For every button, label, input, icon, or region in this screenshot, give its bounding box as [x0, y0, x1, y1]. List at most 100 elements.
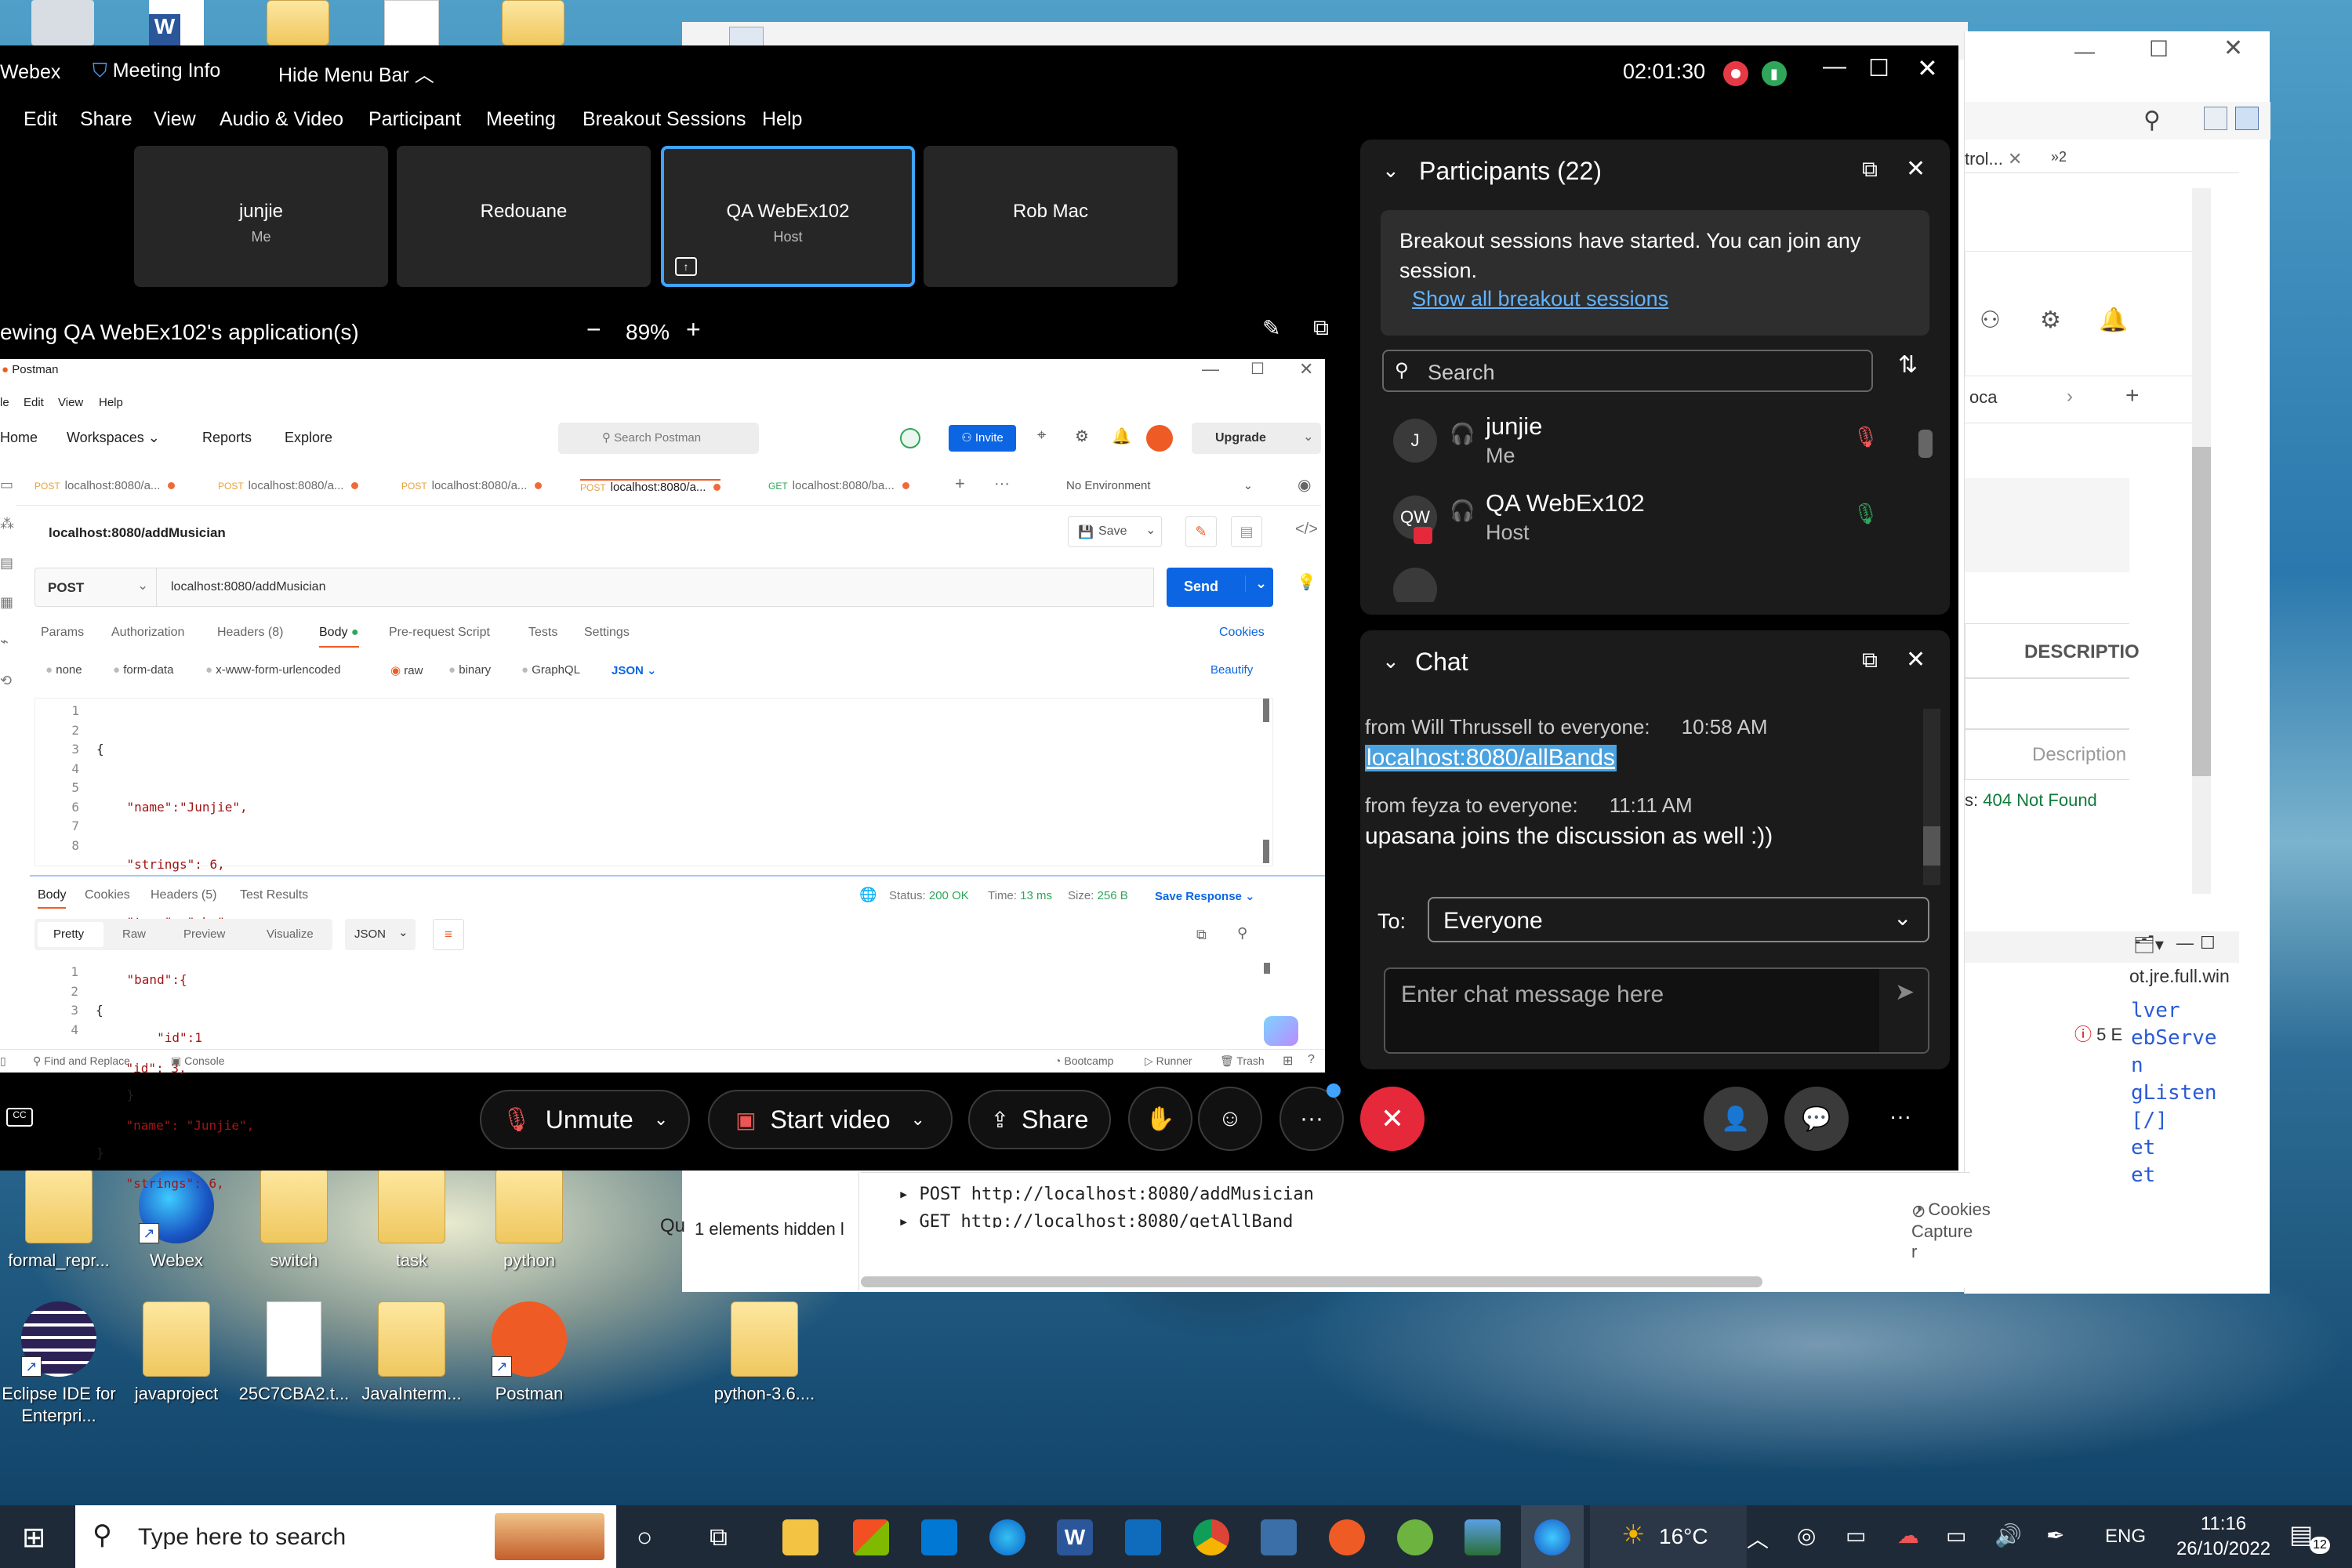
folder-icon[interactable]: [502, 0, 564, 45]
desktop-icon-javainterm[interactable]: JavaInterm...: [353, 1301, 470, 1405]
webex-taskbar-active[interactable]: [1521, 1505, 1584, 1568]
bootcamp-button[interactable]: ◔ Bootcamp: [1054, 1054, 1113, 1067]
media-player-icon[interactable]: [1125, 1519, 1161, 1555]
invite-button[interactable]: ⚇ Invite: [949, 425, 1016, 452]
bell-icon[interactable]: 🔔: [1112, 426, 1131, 446]
overflow-tabs[interactable]: »2: [2051, 149, 2067, 165]
console-button[interactable]: ▣ Console: [171, 1054, 225, 1068]
body-type-graphql[interactable]: ● GraphQL: [521, 663, 580, 677]
close-icon[interactable]: ✕: [1299, 359, 1313, 379]
tab-settings[interactable]: Settings: [584, 626, 630, 640]
apis-icon[interactable]: ⁂: [0, 516, 14, 532]
close-icon[interactable]: ✕: [1917, 53, 1938, 83]
bell-icon[interactable]: 🔔: [2099, 307, 2128, 334]
scrollbar[interactable]: [1263, 840, 1269, 863]
minimize-icon[interactable]: —: [1202, 359, 1219, 379]
desktop-icon-task[interactable]: task: [353, 1168, 470, 1272]
lightbulb-icon[interactable]: 💡: [1297, 572, 1316, 592]
wrap-lines-icon[interactable]: ≡: [433, 919, 464, 950]
response-format-select[interactable]: JSON ⌄: [345, 919, 416, 950]
microsoft-store-icon[interactable]: [853, 1519, 889, 1555]
raise-hand-button[interactable]: ✋: [1128, 1087, 1192, 1151]
cookies-link[interactable]: ◔ Cookies: [1913, 1200, 1991, 1220]
unmute-button[interactable]: 🎙 Unmute ⌄: [480, 1090, 690, 1149]
response-tab-headers[interactable]: Headers (5): [151, 888, 216, 902]
collapse-chevron-icon[interactable]: ⌄: [1382, 158, 1399, 183]
body-format-select[interactable]: JSON ⌄: [612, 663, 657, 677]
hide-menu-bar-button[interactable]: Hide Menu Bar ︿: [278, 60, 434, 88]
notifications-icon[interactable]: ▤ 12: [2289, 1519, 2330, 1555]
response-body[interactable]: 1234 { "id": 3, "name": "Junjie", "strin…: [34, 963, 1273, 1191]
url-input[interactable]: localhost:8080/addMusician: [157, 568, 1154, 607]
recipient-select[interactable]: Everyone ⌄: [1428, 897, 1929, 942]
console-line[interactable]: ▸ POST http://localhost:8080/addMusician: [898, 1185, 1314, 1204]
clock[interactable]: 11:16 26/10/2022: [2169, 1512, 2278, 1562]
scrollbar[interactable]: [1918, 406, 1933, 602]
cookies-link[interactable]: Cookies: [1219, 626, 1265, 640]
horizontal-scrollbar[interactable]: [861, 1276, 1762, 1287]
history-icon[interactable]: ⟲: [0, 673, 12, 689]
chrome-icon[interactable]: [1193, 1519, 1229, 1555]
sync-status-icon[interactable]: [900, 428, 920, 448]
maximize-icon[interactable]: ☐: [1250, 359, 1265, 379]
menu-edit[interactable]: Edit: [24, 108, 57, 131]
close-icon[interactable]: ✕: [1906, 646, 1926, 673]
display-icon[interactable]: ▭: [1846, 1523, 1866, 1548]
body-type-none[interactable]: ● none: [45, 663, 82, 677]
participant-row[interactable]: J 🎧 junjie Me 🎙: [1382, 406, 1900, 481]
trash-button[interactable]: 🗑 Trash: [1220, 1054, 1265, 1068]
sort-icon[interactable]: ⇅: [1898, 351, 1918, 379]
participants-panel-button[interactable]: 👤: [1704, 1087, 1768, 1151]
add-tab-icon[interactable]: +: [2125, 383, 2140, 409]
meeting-info-button[interactable]: ⛉ Meeting Info: [93, 60, 220, 82]
tab-authorization[interactable]: Authorization: [111, 626, 184, 640]
recording-icon[interactable]: [1723, 61, 1748, 86]
participant-row[interactable]: QW 🎧 QA WebEx102 Host 🎙: [1382, 483, 1900, 558]
desktop-icon-javaproject[interactable]: javaproject: [118, 1301, 235, 1405]
tab-tests[interactable]: Tests: [528, 626, 557, 640]
monitors-icon[interactable]: ⌁: [0, 633, 9, 650]
chevron-up-icon[interactable]: ︿: [1747, 1523, 1769, 1554]
eye-icon[interactable]: ◉: [1298, 475, 1311, 495]
participant-tile[interactable]: junjie Me: [134, 146, 388, 287]
response-tab-body[interactable]: Body: [38, 888, 67, 909]
search-icon[interactable]: ⚲: [1237, 925, 1247, 942]
method-select[interactable]: POST ⌄: [34, 568, 157, 607]
menu-audio-video[interactable]: Audio & Video: [220, 108, 343, 131]
comment-icon[interactable]: ▤: [1231, 516, 1262, 547]
participant-tile[interactable]: Redouane: [397, 146, 651, 287]
collapse-chevron-icon[interactable]: ⌄: [1382, 649, 1399, 673]
word-icon[interactable]: W: [1057, 1519, 1093, 1555]
battery-icon[interactable]: ▭: [1946, 1523, 1966, 1548]
view-menu-icon[interactable]: 🗂▾: [2133, 935, 2164, 955]
recycle-bin-icon[interactable]: [31, 0, 94, 45]
view-mode-pretty[interactable]: Pretty: [53, 927, 84, 941]
request-tab[interactable]: POST localhost:8080/a...: [218, 479, 359, 507]
tab-params[interactable]: Params: [41, 626, 84, 640]
desktop-icon-eclipse[interactable]: ↗ Eclipse IDE for Enterpri...: [0, 1301, 118, 1427]
participant-search-input[interactable]: ⚲ Search: [1382, 350, 1873, 392]
environments-icon[interactable]: ▤: [0, 555, 13, 572]
file-explorer-icon[interactable]: [782, 1519, 818, 1555]
wireshark-icon[interactable]: [1261, 1519, 1297, 1555]
menu-breakout-sessions[interactable]: Breakout Sessions: [583, 108, 746, 131]
request-body-editor[interactable]: 12345678 { "name":"Junjie", "strings": 6…: [34, 698, 1273, 1160]
menu-meeting[interactable]: Meeting: [486, 108, 556, 131]
copy-icon[interactable]: ⧉: [1196, 927, 1207, 943]
maximize-view-icon[interactable]: ☐: [2200, 933, 2216, 953]
view-mode-preview[interactable]: Preview: [183, 927, 225, 941]
language-indicator[interactable]: ENG: [2105, 1526, 2146, 1548]
nav-reports[interactable]: Reports: [202, 430, 252, 446]
resize-handle[interactable]: [30, 875, 1325, 877]
response-tab-cookies[interactable]: Cookies: [85, 888, 130, 902]
nav-workspaces[interactable]: Workspaces ⌄: [67, 430, 160, 446]
menu-participant[interactable]: Participant: [368, 108, 461, 131]
mic-muted-icon[interactable]: 🎙: [1853, 425, 1878, 449]
java-perspective-icon[interactable]: [2235, 107, 2259, 130]
scrollbar[interactable]: [1264, 963, 1270, 974]
annotate-icon[interactable]: ✎: [1262, 315, 1280, 341]
more-panels-icon[interactable]: ···: [1889, 1104, 1911, 1129]
request-tab[interactable]: GET localhost:8080/ba...: [768, 479, 909, 507]
zoom-in-button[interactable]: +: [686, 315, 701, 344]
find-replace-button[interactable]: ⚲ Find and Replace: [33, 1054, 130, 1068]
